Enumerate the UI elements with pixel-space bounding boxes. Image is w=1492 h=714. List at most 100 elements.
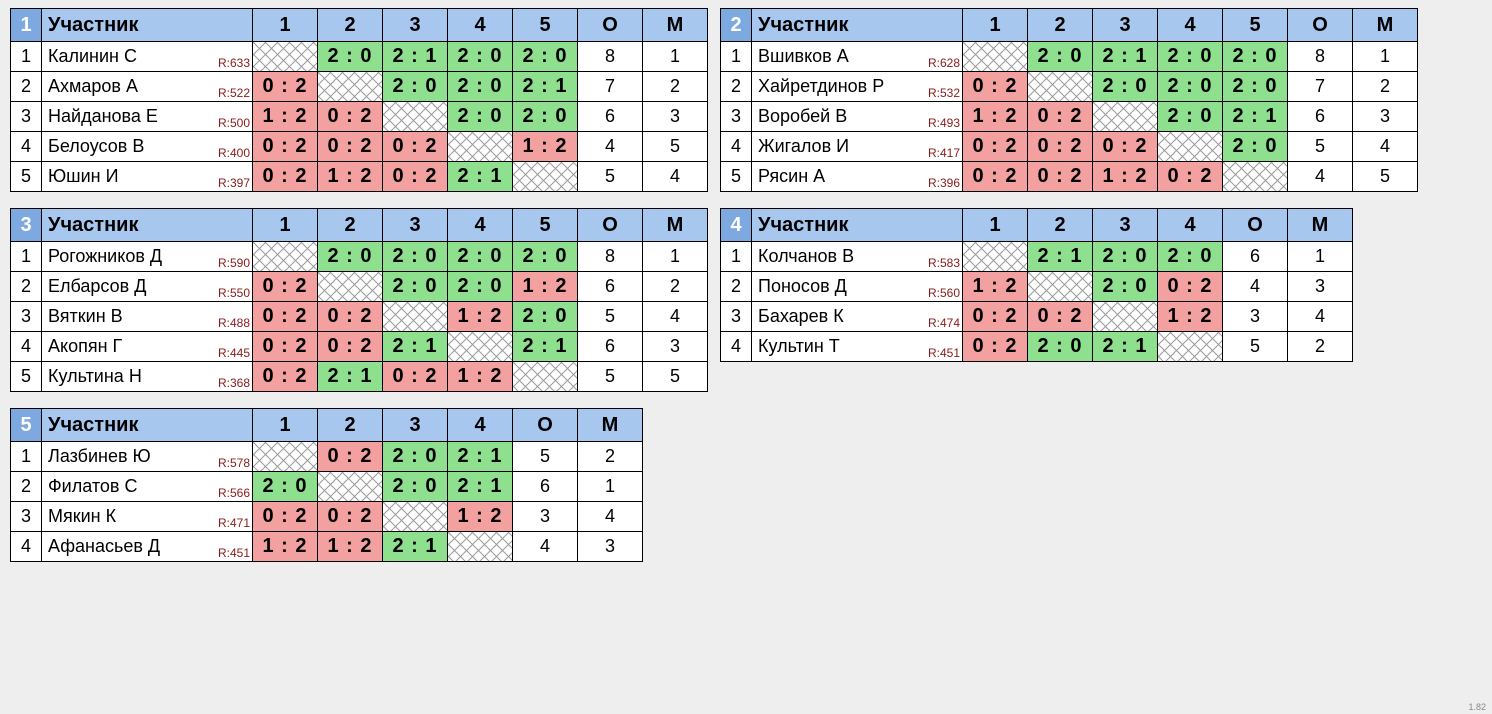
participant-header: Участник [42, 409, 253, 442]
row-number: 2 [11, 272, 42, 302]
participant-rating: R:560 [928, 286, 960, 300]
col-header-3: 3 [383, 409, 448, 442]
table-row: 2Хайретдинов РR:5320 : 22 : 02 : 02 : 07… [721, 72, 1418, 102]
col-header-3: 3 [1093, 209, 1158, 242]
table-row: 1Рогожников ДR:5902 : 02 : 02 : 02 : 081 [11, 242, 708, 272]
score-cell: 2 : 0 [1158, 242, 1223, 272]
score-cell: 1 : 2 [963, 102, 1028, 132]
sum-cell: 8 [1288, 42, 1353, 72]
participant-name: Филатов С [48, 476, 137, 496]
table-row: 4Культин ТR:4510 : 22 : 02 : 152 [721, 332, 1353, 362]
participant-rating: R:578 [218, 456, 250, 470]
score-cell: 2 : 0 [513, 42, 578, 72]
group-number-header: 4 [721, 209, 752, 242]
sum-cell: 5 [578, 302, 643, 332]
score-cell: 1 : 2 [448, 502, 513, 532]
score-cell: 2 : 0 [513, 302, 578, 332]
col-header-2: 2 [318, 409, 383, 442]
sum-cell: 7 [578, 72, 643, 102]
score-cell: 2 : 0 [1158, 72, 1223, 102]
score-cell: 2 : 0 [383, 272, 448, 302]
place-header: М [578, 409, 643, 442]
score-cell: 2 : 0 [513, 242, 578, 272]
score-cell: 2 : 1 [383, 42, 448, 72]
score-cell [318, 472, 383, 502]
col-header-5: 5 [513, 9, 578, 42]
participant-cell: Афанасьев ДR:451 [42, 532, 253, 562]
participant-rating: R:471 [218, 516, 250, 530]
participant-cell: Колчанов ВR:583 [752, 242, 963, 272]
participant-rating: R:451 [218, 546, 250, 560]
participant-cell: Вяткин ВR:488 [42, 302, 253, 332]
participant-cell: Воробей ВR:493 [752, 102, 963, 132]
participant-cell: Белоусов ВR:400 [42, 132, 253, 162]
table-row: 5Культина НR:3680 : 22 : 10 : 21 : 255 [11, 362, 708, 392]
col-header-4: 4 [448, 409, 513, 442]
place-cell: 3 [1288, 272, 1353, 302]
participant-name: Найданова Е [48, 106, 158, 126]
group-table: 5Участник1234ОМ1Лазбинев ЮR:5780 : 22 : … [10, 408, 643, 562]
row-number: 1 [721, 242, 752, 272]
score-cell [383, 102, 448, 132]
score-cell [513, 162, 578, 192]
col-header-5: 5 [1223, 9, 1288, 42]
score-cell [253, 42, 318, 72]
score-cell: 0 : 2 [1093, 132, 1158, 162]
sum-header: О [513, 409, 578, 442]
row-number: 4 [721, 132, 752, 162]
participant-cell: Лазбинев ЮR:578 [42, 442, 253, 472]
table-row: 5Рясин АR:3960 : 20 : 21 : 20 : 245 [721, 162, 1418, 192]
group-5: 5Участник1234ОМ1Лазбинев ЮR:5780 : 22 : … [10, 408, 643, 562]
score-cell: 0 : 2 [318, 502, 383, 532]
score-cell: 0 : 2 [383, 362, 448, 392]
sum-cell: 3 [513, 502, 578, 532]
score-cell: 2 : 1 [1028, 242, 1093, 272]
place-header: М [1353, 9, 1418, 42]
table-row: 1Калинин СR:6332 : 02 : 12 : 02 : 081 [11, 42, 708, 72]
participant-rating: R:522 [218, 86, 250, 100]
participant-rating: R:532 [928, 86, 960, 100]
participant-name: Вяткин В [48, 306, 123, 326]
group-table: 2Участник12345ОМ1Вшивков АR:6282 : 02 : … [720, 8, 1418, 192]
score-cell: 2 : 1 [383, 332, 448, 362]
place-cell: 2 [578, 442, 643, 472]
participant-name: Воробей В [758, 106, 847, 126]
score-cell: 2 : 1 [448, 472, 513, 502]
row-number: 5 [721, 162, 752, 192]
score-cell [318, 72, 383, 102]
place-cell: 5 [643, 132, 708, 162]
score-cell: 0 : 2 [1028, 162, 1093, 192]
row-number: 3 [11, 102, 42, 132]
row-number: 2 [11, 472, 42, 502]
score-cell: 2 : 0 [1028, 332, 1093, 362]
sum-cell: 4 [578, 132, 643, 162]
sum-cell: 8 [578, 42, 643, 72]
participant-cell: Жигалов ИR:417 [752, 132, 963, 162]
participant-cell: Бахарев КR:474 [752, 302, 963, 332]
group-number-header: 2 [721, 9, 752, 42]
participant-rating: R:445 [218, 346, 250, 360]
score-cell: 2 : 0 [1093, 242, 1158, 272]
col-header-2: 2 [1028, 9, 1093, 42]
score-cell: 1 : 2 [1158, 302, 1223, 332]
score-cell: 2 : 0 [1223, 72, 1288, 102]
table-row: 4Белоусов ВR:4000 : 20 : 20 : 21 : 245 [11, 132, 708, 162]
participant-cell: Юшин ИR:397 [42, 162, 253, 192]
score-cell: 0 : 2 [383, 132, 448, 162]
col-header-3: 3 [383, 9, 448, 42]
score-cell: 0 : 2 [253, 132, 318, 162]
place-cell: 2 [643, 72, 708, 102]
score-cell: 2 : 0 [1028, 42, 1093, 72]
place-cell: 5 [1353, 162, 1418, 192]
score-cell: 1 : 2 [448, 302, 513, 332]
score-cell: 2 : 0 [318, 42, 383, 72]
row-number: 3 [11, 502, 42, 532]
participant-cell: Найданова ЕR:500 [42, 102, 253, 132]
score-cell [513, 362, 578, 392]
score-cell: 2 : 1 [383, 532, 448, 562]
sum-cell: 6 [578, 332, 643, 362]
participant-rating: R:400 [218, 146, 250, 160]
sum-cell: 3 [1223, 302, 1288, 332]
score-cell: 1 : 2 [253, 102, 318, 132]
col-header-1: 1 [253, 209, 318, 242]
